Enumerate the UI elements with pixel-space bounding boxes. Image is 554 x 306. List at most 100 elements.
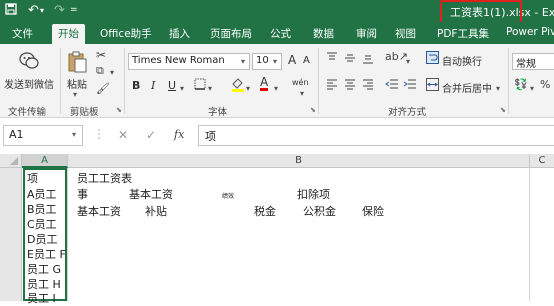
cell-a1[interactable]: 项 [27,170,38,186]
increase-indent-icon[interactable] [403,78,417,93]
tab-review[interactable]: 审阅 [356,26,377,41]
cell-a2[interactable]: A员工 [27,186,57,202]
cell-b2-basic-salary[interactable]: 基本工资 [129,186,173,202]
cell-b2-performance[interactable]: 绩效 [222,191,234,200]
font-name-dropdown-icon[interactable]: ▾ [241,57,245,66]
customize-icon[interactable]: = [70,5,78,15]
wrap-text-icon[interactable] [426,51,439,67]
name-box-dropdown-icon[interactable]: ▾ [72,130,76,139]
ribbon-tabs: 文件 开始 Office助手 插入 页面布局 公式 数据 审阅 视图 PDF工具… [0,22,554,44]
bold-button[interactable]: B [132,79,140,92]
redo-icon[interactable]: ↷ [54,3,65,18]
tab-file[interactable]: 文件 [12,26,33,41]
undo-dropdown-icon[interactable]: ▾ [40,6,44,15]
cell-b2-deductions[interactable]: 扣除项 [297,186,330,202]
font-launcher-icon[interactable]: ⬊ [310,106,316,114]
border-icon[interactable] [194,78,206,93]
cut-icon[interactable]: ✂ [96,48,106,62]
number-format-select[interactable]: 常规 [512,53,554,70]
cancel-icon[interactable]: ✕ [118,128,128,142]
underline-dropdown-icon[interactable]: ▾ [180,84,184,93]
italic-button[interactable]: I [151,79,155,92]
cell-a4[interactable]: C员工 [27,216,57,232]
column-header-a[interactable]: A [22,154,68,168]
paste-icon[interactable] [66,50,88,77]
column-header-c[interactable]: C [530,154,554,168]
send-to-wechat-label[interactable]: 发送到微信 [4,76,54,91]
tab-view[interactable]: 视图 [395,26,416,41]
paste-label[interactable]: 粘贴 [67,76,87,91]
wechat-send-icon[interactable] [18,50,40,77]
group-label-clipboard: 剪贴板 [70,107,99,118]
name-box[interactable]: A1 [3,125,83,146]
tab-pdf-tools[interactable]: PDF工具集 [437,26,489,41]
font-name-select[interactable]: Times New Roman [128,53,250,70]
paste-dropdown-icon[interactable]: ▾ [73,90,77,99]
clipboard-launcher-icon[interactable]: ⬊ [116,106,122,114]
tab-power-pivot[interactable]: Power Pivot [506,26,554,38]
tab-formulas[interactable]: 公式 [270,26,291,41]
tab-page-layout[interactable]: 页面布局 [210,26,252,41]
orientation-dropdown-icon[interactable]: ▾ [406,57,410,66]
merge-center-icon[interactable] [426,78,439,94]
tab-data[interactable]: 数据 [313,26,334,41]
enter-icon[interactable]: ✓ [146,128,156,142]
align-center-icon[interactable] [344,78,356,93]
underline-button[interactable]: U [168,79,176,92]
format-painter-icon[interactable]: 🖌 [96,82,110,95]
cell-b1[interactable]: 员工工资表 [77,170,132,186]
wrap-text-button[interactable]: 自动换行 [442,53,482,68]
fill-color-icon[interactable] [230,76,246,95]
cell-a5[interactable]: D员工 [27,231,57,247]
shrink-font-icon[interactable]: A [303,55,310,66]
accounting-dropdown-icon[interactable]: ▾ [530,84,534,93]
copy-dropdown-icon[interactable]: ▾ [110,68,114,77]
cell-a6[interactable]: E员工 F [27,246,66,262]
tab-home[interactable]: 开始 [52,24,85,44]
alignment-launcher-icon[interactable]: ⬊ [500,106,506,114]
font-size-dropdown-icon[interactable]: ▾ [273,57,277,66]
grow-font-icon[interactable]: A [288,53,296,67]
cell-a3[interactable]: B员工 [27,201,57,217]
merge-center-dropdown-icon[interactable]: ▾ [496,84,500,93]
cell-b3-basic-salary[interactable]: 基本工资 [77,203,121,219]
phonetic-guide-icon[interactable]: wén [292,78,309,87]
cell-b3-allowance[interactable]: 补贴 [145,203,167,219]
formula-input[interactable]: 项 [198,125,554,146]
decrease-indent-icon[interactable] [385,78,399,93]
column-divider [67,168,68,301]
undo-icon[interactable]: ↶ [28,3,39,18]
phonetic-dropdown-icon[interactable]: ▾ [300,89,304,98]
group-label-file-transfer: 文件传输 [8,107,47,118]
font-color-icon[interactable]: A [260,76,269,91]
copy-icon[interactable]: ⧉ [96,64,104,78]
align-left-icon[interactable] [326,78,338,93]
select-all-corner[interactable] [0,154,22,168]
align-right-icon[interactable] [362,78,374,93]
merge-center-button[interactable]: 合并后居中 [442,80,492,95]
row-headers[interactable] [0,168,22,301]
save-icon[interactable] [5,3,17,18]
orientation-icon[interactable]: ab↗ [385,50,408,63]
fill-color-dropdown-icon[interactable]: ▾ [246,84,250,93]
percent-icon[interactable]: % [540,78,550,91]
cell-b3-insurance[interactable]: 保险 [362,203,384,219]
cell-a7[interactable]: 员工 G [27,261,61,277]
tab-office-assistant[interactable]: Office助手 [100,26,152,41]
align-top-icon[interactable] [326,52,338,67]
border-dropdown-icon[interactable]: ▾ [208,84,212,93]
accounting-format-icon[interactable]: 💱 [514,78,528,91]
cell-b3-housing-fund[interactable]: 公积金 [303,203,336,219]
align-middle-icon[interactable] [344,52,356,67]
cell-b2-text[interactable]: 事 [77,186,88,202]
tab-insert[interactable]: 插入 [169,26,190,41]
formula-bar-grip-icon[interactable]: ⋮ [93,127,105,141]
group-label-alignment: 对齐方式 [388,107,427,118]
insert-function-icon[interactable]: fx [174,128,184,141]
font-color-dropdown-icon[interactable]: ▾ [274,84,278,93]
font-size-select[interactable]: 10 [252,53,282,70]
align-bottom-icon[interactable] [362,52,374,67]
column-header-b[interactable]: B [68,154,530,168]
cell-b3-tax[interactable]: 税金 [254,203,276,219]
cell-a9[interactable]: 员工 I [27,290,56,306]
